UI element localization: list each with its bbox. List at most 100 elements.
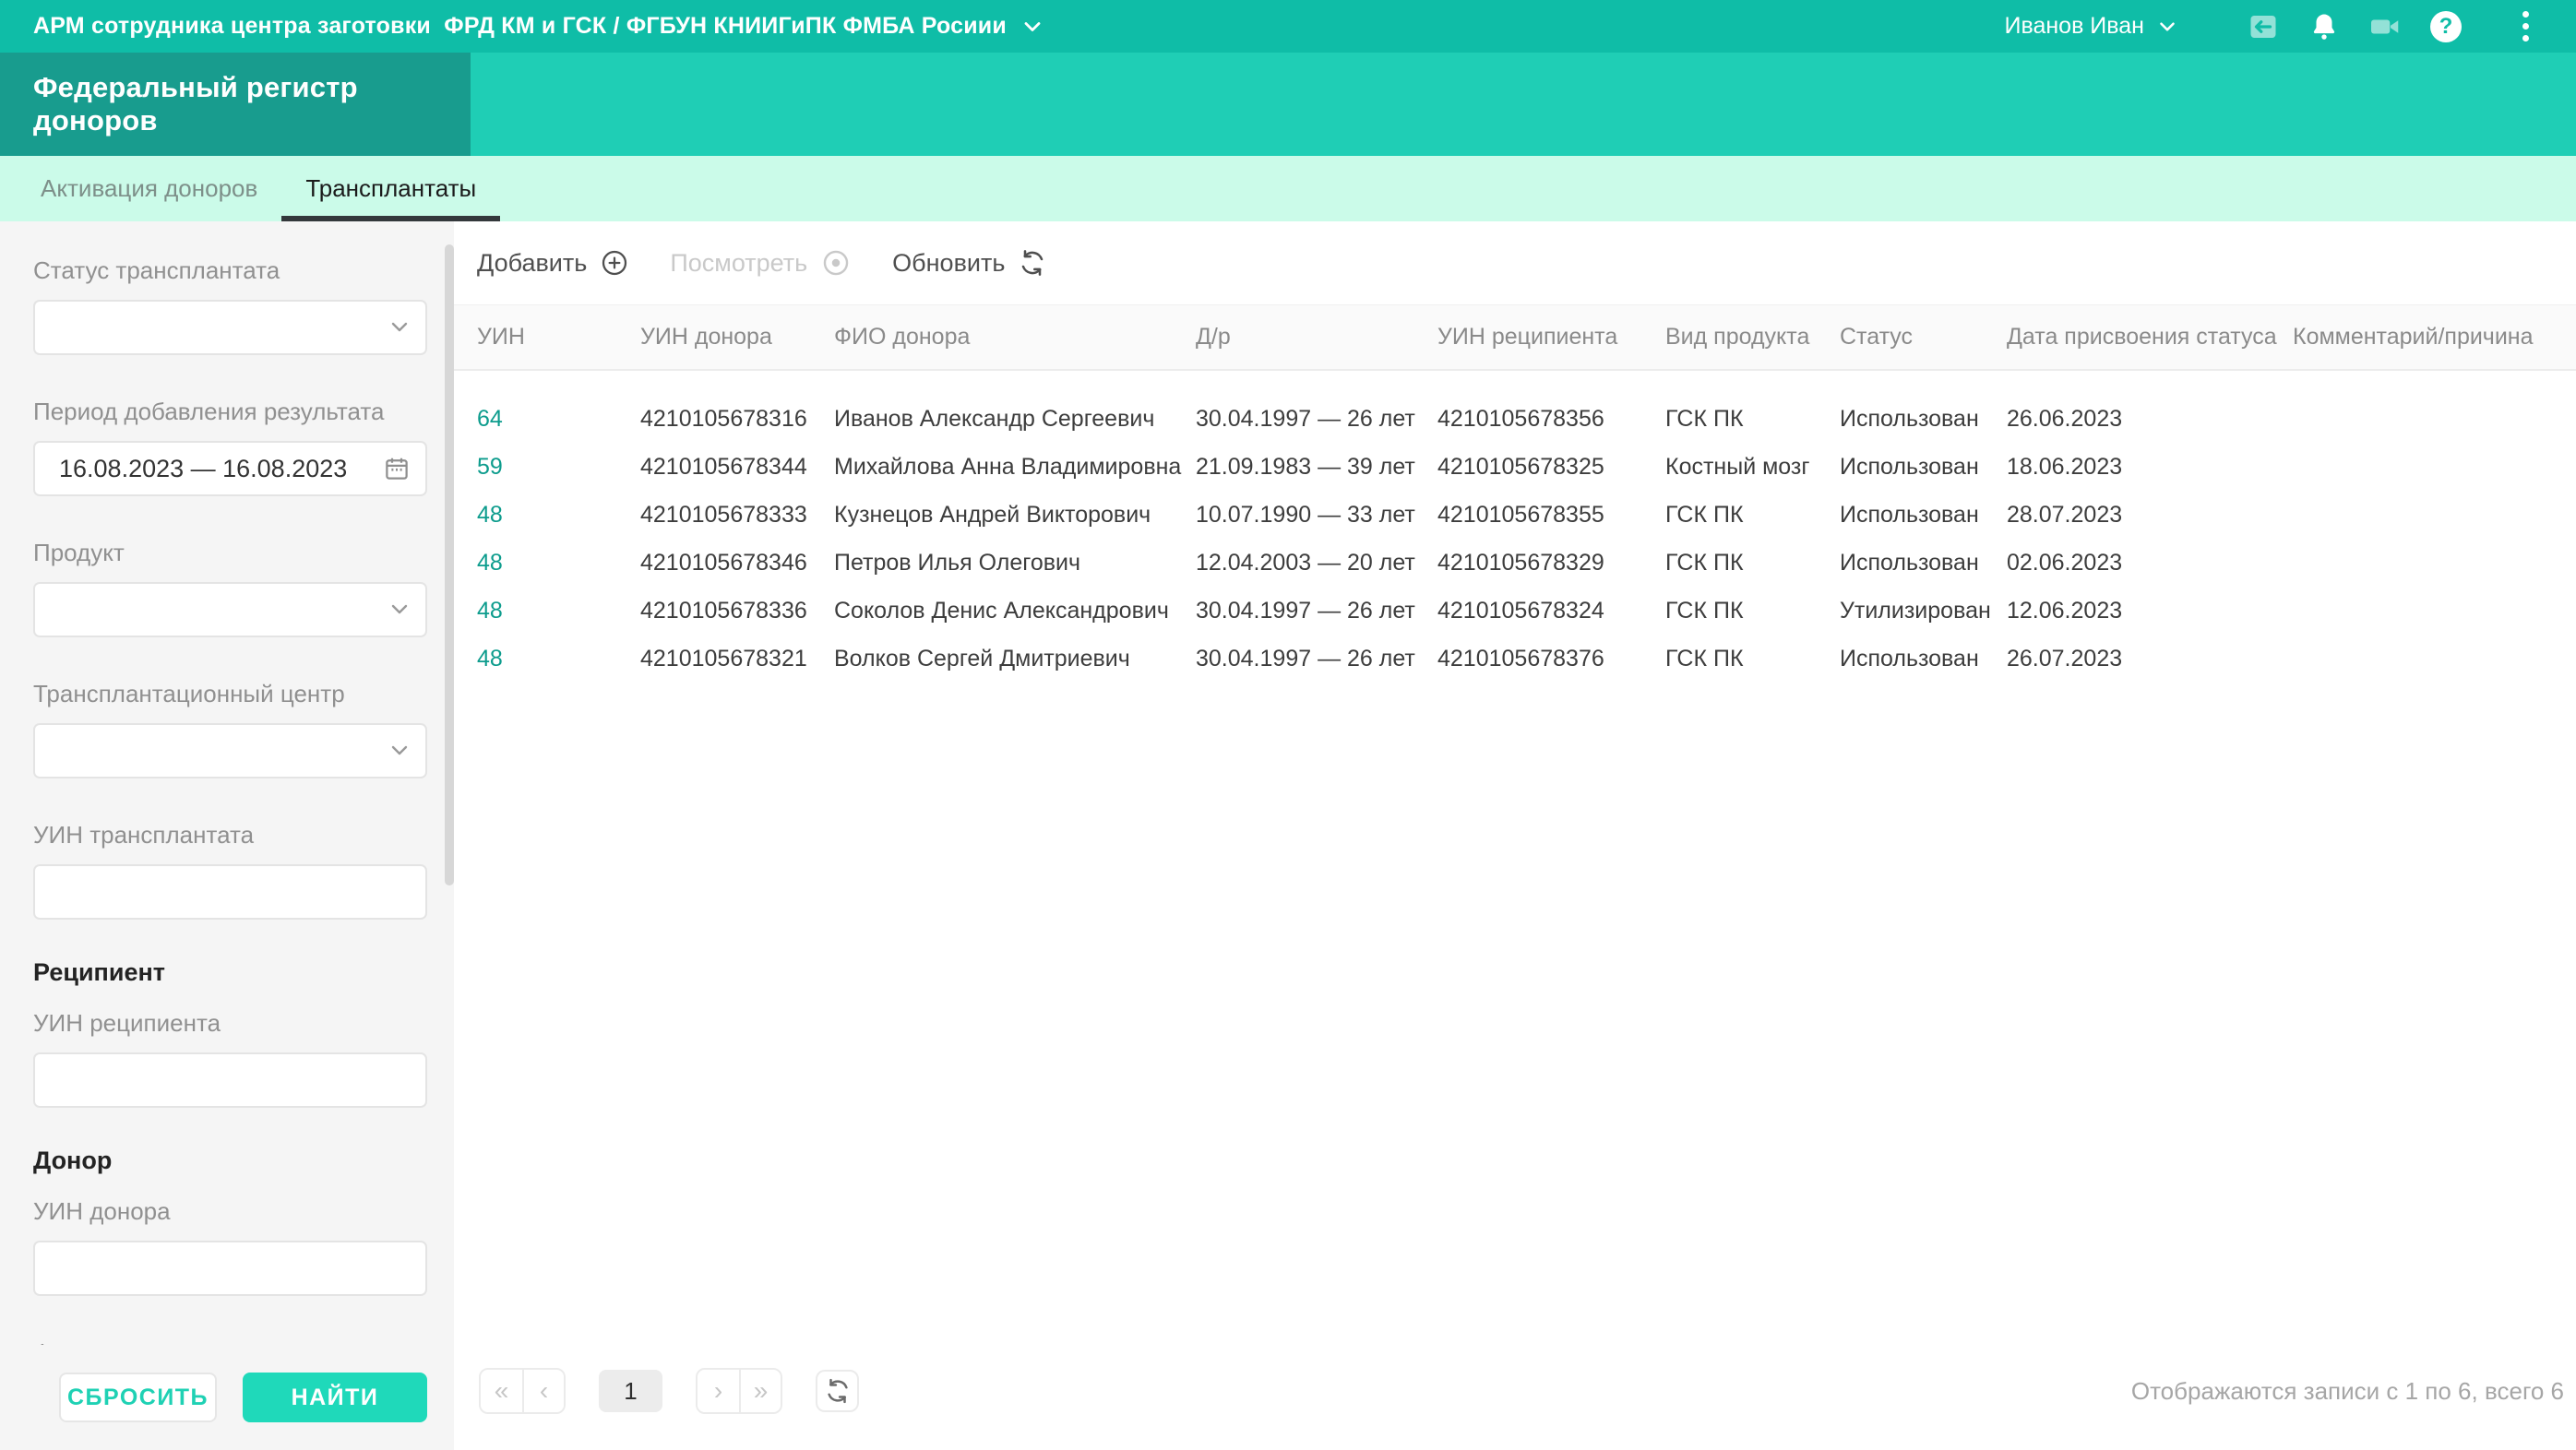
status-cell: Использован	[1840, 550, 2007, 576]
chevron-down-icon	[390, 603, 409, 616]
result-period-field	[33, 441, 427, 496]
filter-sidebar: Статус трансплантата Период добавления р…	[0, 221, 454, 1450]
uin-link[interactable]: 48	[477, 646, 640, 672]
sidebar-scrollbar[interactable]	[445, 244, 454, 885]
uin-link[interactable]: 48	[477, 502, 640, 529]
donor-name-cell: Волков Сергей Дмитриевич	[834, 646, 1196, 672]
tabbar: Активация доноров Трансплантаты	[0, 156, 2576, 221]
bell-icon[interactable]	[2307, 9, 2342, 44]
status-cell: Использован	[1840, 454, 2007, 481]
user-name: Иванов Иван	[2005, 13, 2145, 40]
uin-donor-label: УИН донора	[33, 1197, 428, 1226]
last-page-button[interactable]: »	[739, 1370, 781, 1412]
status-date-cell: 26.07.2023	[2007, 646, 2293, 672]
table-row[interactable]: 48 4210105678333 Кузнецов Андрей Викторо…	[477, 491, 2576, 539]
uin-donor-input[interactable]	[33, 1241, 427, 1296]
donor-uin-cell: 4210105678346	[640, 550, 834, 576]
product-cell: Костный мозг	[1665, 454, 1840, 481]
chevron-down-icon	[1020, 14, 1045, 40]
tab-donor-activation[interactable]: Активация доноров	[17, 156, 281, 221]
refresh-button[interactable]: Обновить	[892, 248, 1047, 278]
table-footer: « ‹ 1 › » Отображаются записи с 1 по 6, …	[454, 1349, 2576, 1450]
prev-page-button[interactable]: ‹	[522, 1370, 564, 1412]
donor-name-cell: Иванов Александр Сергеевич	[834, 406, 1196, 433]
col-birth[interactable]: Д/р	[1196, 324, 1437, 351]
col-comment[interactable]: Комментарий/причина	[2293, 324, 2576, 351]
result-period-label: Период добавления результата	[33, 398, 428, 426]
status-date-cell: 18.06.2023	[2007, 454, 2293, 481]
birth-cell: 30.04.1997 — 26 лет	[1196, 646, 1437, 672]
uin-recipient-input[interactable]	[33, 1052, 427, 1108]
col-status[interactable]: Статус	[1840, 324, 2007, 351]
birth-cell: 30.04.1997 — 26 лет	[1196, 598, 1437, 624]
col-recipient-uin[interactable]: УИН реципиента	[1437, 324, 1665, 351]
recipient-uin-cell: 4210105678325	[1437, 454, 1665, 481]
col-donor-name[interactable]: ФИО донора	[834, 324, 1196, 351]
video-camera-icon[interactable]	[2367, 9, 2403, 44]
uin-link[interactable]: 59	[477, 454, 640, 481]
search-button[interactable]: НАЙТИ	[243, 1373, 427, 1422]
donor-uin-cell: 4210105678316	[640, 406, 834, 433]
reset-button[interactable]: СБРОСИТЬ	[59, 1373, 217, 1422]
transplant-center-select[interactable]	[33, 723, 427, 778]
logout-icon[interactable]	[2246, 9, 2281, 44]
refresh-icon	[824, 1377, 852, 1405]
transplant-center-label: Трансплантационный центр	[33, 680, 428, 708]
table-row[interactable]: 59 4210105678344 Михайлова Анна Владимир…	[477, 443, 2576, 491]
chevron-down-icon	[390, 321, 409, 334]
first-page-button[interactable]: «	[481, 1370, 522, 1412]
kebab-menu-icon[interactable]	[2508, 9, 2543, 44]
col-donor-uin[interactable]: УИН донора	[640, 324, 834, 351]
table-body: 64 4210105678316 Иванов Александр Сергее…	[454, 373, 2576, 683]
table-row[interactable]: 64 4210105678316 Иванов Александр Сергее…	[477, 395, 2576, 443]
donor-section-title: Донор	[33, 1147, 428, 1175]
view-button[interactable]: Посмотреть	[670, 247, 852, 279]
add-button[interactable]: Добавить	[477, 248, 629, 278]
next-page-button[interactable]: ›	[698, 1370, 739, 1412]
uin-link[interactable]: 64	[477, 406, 640, 433]
reload-table-button[interactable]	[816, 1370, 859, 1412]
product-cell: ГСК ПК	[1665, 406, 1840, 433]
recipient-uin-cell: 4210105678355	[1437, 502, 1665, 529]
product-label: Продукт	[33, 539, 428, 567]
status-cell: Использован	[1840, 406, 2007, 433]
donor-uin-cell: 4210105678336	[640, 598, 834, 624]
status-cell: Утилизирован	[1840, 598, 2007, 624]
current-page-button[interactable]: 1	[599, 1370, 662, 1412]
status-cell: Использован	[1840, 502, 2007, 529]
transplant-status-label: Статус трансплантата	[33, 256, 428, 285]
table-row[interactable]: 48 4210105678346 Петров Илья Олегович 12…	[477, 539, 2576, 587]
eye-icon	[820, 247, 852, 279]
transplant-status-select[interactable]	[33, 300, 427, 355]
refresh-button-label: Обновить	[892, 249, 1005, 278]
app-context-switcher[interactable]: АРМ сотрудника центра заготовки ФРД КМ и…	[33, 13, 1045, 40]
filter-actions: СБРОСИТЬ НАЙТИ	[0, 1345, 454, 1450]
col-status-date[interactable]: Дата присвоения статуса	[2007, 324, 2293, 351]
help-glyph: ?	[2430, 11, 2462, 42]
product-select[interactable]	[33, 582, 427, 637]
birth-cell: 12.04.2003 — 20 лет	[1196, 550, 1437, 576]
table-toolbar: Добавить Посмотреть Обновить	[477, 221, 1047, 304]
col-product[interactable]: Вид продукта	[1665, 324, 1840, 351]
tab-transplants[interactable]: Трансплантаты	[281, 156, 500, 221]
recipient-uin-cell: 4210105678376	[1437, 646, 1665, 672]
app-title: АРМ сотрудника центра заготовки ФРД КМ и…	[33, 13, 1007, 40]
donor-uin-cell: 4210105678344	[640, 454, 834, 481]
uin-link[interactable]: 48	[477, 550, 640, 576]
uin-recipient-label: УИН реципиента	[33, 1009, 428, 1038]
help-icon[interactable]: ?	[2428, 9, 2463, 44]
uin-transplant-input[interactable]	[33, 864, 427, 920]
chevron-down-icon	[390, 744, 409, 757]
user-menu[interactable]: Иванов Иван	[2005, 13, 2180, 40]
birth-cell: 10.07.1990 — 33 лет	[1196, 502, 1437, 529]
calendar-icon[interactable]	[383, 455, 411, 482]
table-row[interactable]: 48 4210105678321 Волков Сергей Дмитриеви…	[477, 635, 2576, 683]
topbar-actions: Иванов Иван ?	[2005, 9, 2544, 44]
result-period-input[interactable]	[33, 441, 427, 496]
page-header-band: Федеральный регистр доноров	[0, 53, 2576, 156]
col-uin[interactable]: УИН	[477, 324, 640, 351]
uin-link[interactable]: 48	[477, 598, 640, 624]
status-date-cell: 26.06.2023	[2007, 406, 2293, 433]
table-row[interactable]: 48 4210105678336 Соколов Денис Александр…	[477, 587, 2576, 635]
status-cell: Использован	[1840, 646, 2007, 672]
